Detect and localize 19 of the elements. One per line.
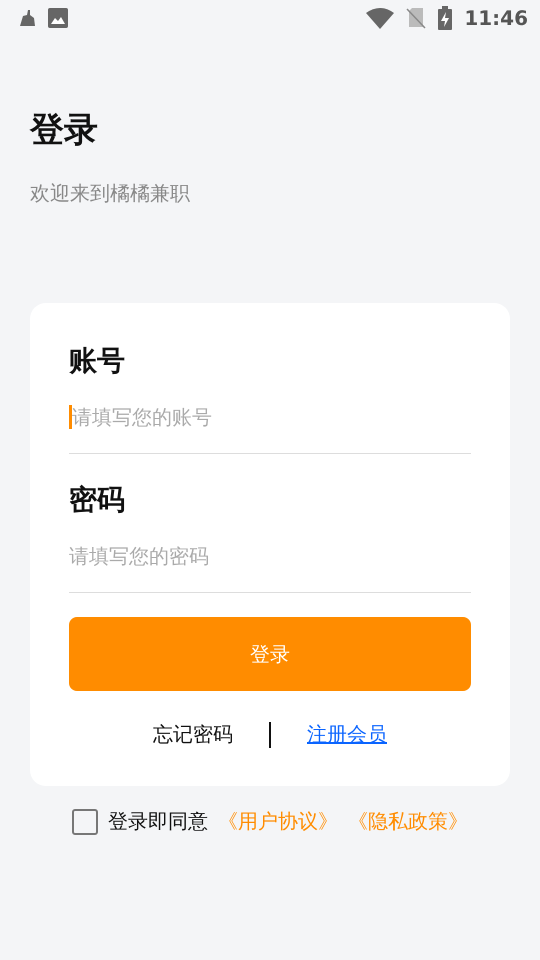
policy-link[interactable]: 《用户协议》 — [218, 808, 338, 835]
welcome-text: 欢迎来到橘橘兼职 — [30, 180, 191, 207]
input-field[interactable]: 请填写您的密码 — [69, 544, 471, 568]
field-label: 账号 — [69, 343, 126, 379]
agreement-text: 登录即同意 — [108, 808, 208, 835]
login-button[interactable]: 登录 — [69, 617, 471, 691]
wifi-icon — [366, 7, 394, 29]
no-sim-icon — [406, 7, 426, 29]
forgot-password-link[interactable]: 忘记密码 — [153, 721, 233, 748]
page-title: 登录 — [30, 109, 99, 152]
battery-charging-icon — [438, 6, 452, 30]
policy-link[interactable]: 《隐私政策》 — [348, 808, 468, 835]
input-field[interactable]: 请填写您的账号 — [69, 405, 471, 429]
image-icon — [48, 8, 68, 28]
cleaner-icon — [18, 10, 36, 26]
register-link[interactable]: 注册会员 — [307, 721, 387, 748]
status-time: 11:46 — [464, 6, 528, 30]
field-label: 密码 — [69, 482, 126, 518]
agreement-checkbox[interactable] — [72, 808, 98, 834]
